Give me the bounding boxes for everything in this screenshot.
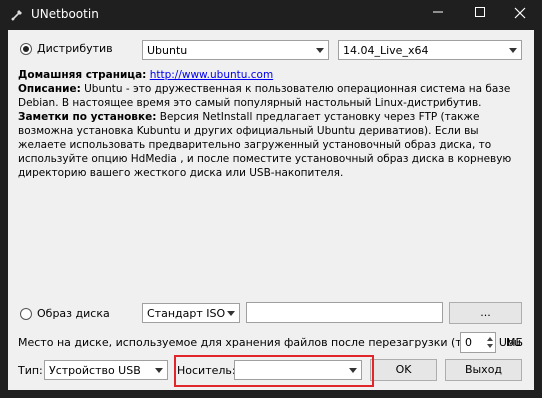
- ok-button[interactable]: OK: [370, 359, 437, 381]
- distro-select[interactable]: Ubuntu: [142, 40, 329, 60]
- install-notes-line: Заметки по установке: Версия NetInstall …: [18, 110, 528, 180]
- chevron-down-icon: [509, 48, 517, 53]
- homepage-line: Домашняя страница: http://www.ubuntu.com: [18, 68, 528, 82]
- exit-button[interactable]: Выход: [445, 359, 522, 381]
- disk-image-radio-label[interactable]: Образ диска: [37, 307, 110, 320]
- distro-description: Домашняя страница: http://www.ubuntu.com…: [18, 68, 528, 180]
- spin-down-icon[interactable]: [487, 344, 493, 348]
- target-type-value: Устройство USB: [49, 364, 141, 377]
- close-icon[interactable]: [498, 0, 542, 30]
- persistence-unit: МБ: [506, 336, 524, 349]
- description-text: Ubuntu - это дружественная к пользовател…: [18, 83, 511, 109]
- maximize-icon[interactable]: [458, 0, 502, 30]
- homepage-label: Домашняя страница:: [18, 69, 147, 81]
- window-title: UNetbootin: [31, 7, 99, 21]
- chevron-down-icon: [227, 311, 235, 316]
- homepage-link[interactable]: http://www.ubuntu.com: [150, 69, 273, 81]
- persistence-size-value: 0: [465, 336, 472, 349]
- title-bar[interactable]: UNetbootin: [0, 0, 542, 30]
- install-notes-label: Заметки по установке:: [18, 111, 157, 123]
- chevron-down-icon: [316, 48, 324, 53]
- image-format-select[interactable]: Стандарт ISO: [142, 303, 240, 323]
- spin-up-icon[interactable]: [487, 337, 493, 341]
- persistence-size-spinner[interactable]: 0: [460, 332, 496, 353]
- distro-select-value: Ubuntu: [147, 44, 188, 57]
- version-select-value: 14.04_Live_x64: [343, 44, 429, 57]
- app-window: UNetbootin Дистрибутив Ubuntu 14.04_Live…: [0, 0, 542, 398]
- description-line: Описание: Ubuntu - это дружественная к п…: [18, 82, 528, 110]
- chevron-down-icon: [155, 368, 163, 373]
- version-select[interactable]: 14.04_Live_x64: [338, 40, 522, 60]
- image-path-input[interactable]: [246, 302, 443, 323]
- unetbootin-icon: [11, 10, 22, 21]
- disk-image-radio[interactable]: [20, 308, 32, 320]
- distro-radio[interactable]: [20, 43, 32, 55]
- description-label: Описание:: [18, 83, 81, 95]
- drive-selection-highlight: [174, 355, 374, 387]
- image-format-value: Стандарт ISO: [147, 307, 226, 320]
- distro-radio-label[interactable]: Дистрибутив: [37, 42, 113, 55]
- browse-button[interactable]: ...: [449, 302, 522, 324]
- type-label: Тип:: [18, 364, 43, 377]
- persistence-label: Место на диске, используемое для хранени…: [18, 336, 521, 349]
- minimize-icon[interactable]: [416, 0, 460, 30]
- target-type-select[interactable]: Устройство USB: [44, 360, 168, 380]
- main-panel: Дистрибутив Ubuntu 14.04_Live_x64 Домашн…: [8, 30, 534, 390]
